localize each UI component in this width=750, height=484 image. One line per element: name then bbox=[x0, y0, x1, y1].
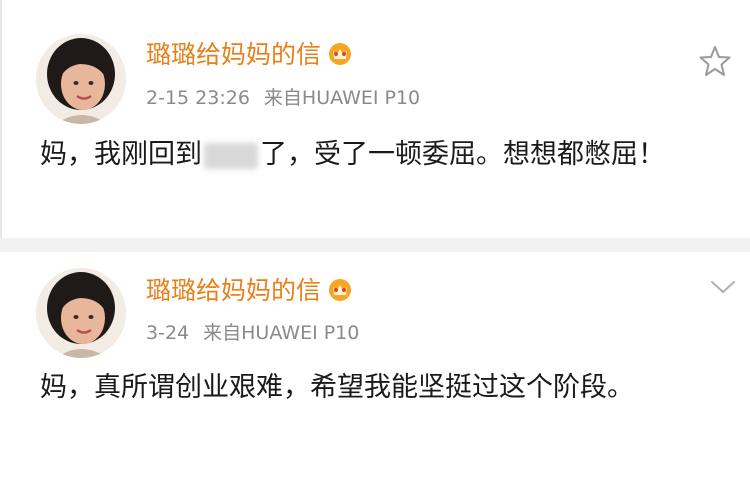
username-text[interactable]: 璐璐给妈妈的信 bbox=[146, 276, 321, 305]
post-source: 来自HUAWEI P10 bbox=[263, 87, 421, 109]
avatar[interactable] bbox=[36, 34, 126, 124]
redacted-blur bbox=[204, 142, 258, 169]
post-time: 3-24 bbox=[146, 322, 190, 344]
post-source: 来自HUAWEI P10 bbox=[203, 322, 360, 344]
weibo-feed: 璐璐给妈妈的信 2-15 23:26 来自HUAWEI P10 妈，我刚回到 了，受… bbox=[0, 0, 750, 484]
avatar-photo-icon bbox=[36, 268, 126, 358]
avatar[interactable] bbox=[36, 268, 126, 358]
post-meta: 3-24 来自HUAWEI P10 bbox=[146, 321, 359, 345]
avatar-photo-icon bbox=[36, 34, 126, 124]
post-content[interactable]: 妈，我刚回到 了，受了一顿委屈。想想都憋屈！ bbox=[40, 132, 720, 178]
star-icon[interactable] bbox=[698, 44, 732, 78]
feed-post[interactable]: 璐璐给妈妈的信 2-15 23:26 来自HUAWEI P10 妈，我刚回到 了，受… bbox=[0, 0, 750, 238]
post-separator bbox=[0, 238, 750, 252]
username-text[interactable]: 璐璐给妈妈的信 bbox=[146, 40, 321, 69]
post-text-part1: 妈，我刚回到 bbox=[40, 139, 202, 170]
vip-crown-icon bbox=[329, 279, 352, 301]
feed-post[interactable]: 璐璐给妈妈的信 3-24 来自HUAWEI P10 妈，真所谓创业艰难，希望我能坚… bbox=[0, 252, 750, 484]
username-link[interactable]: 璐璐给妈妈的信 bbox=[146, 276, 353, 306]
chevron-down-icon[interactable] bbox=[708, 276, 738, 298]
post-text-part2: 了，受了一顿委屈。想想都憋屈！ bbox=[260, 139, 665, 170]
post-content[interactable]: 妈，真所谓创业艰难，希望我能坚挺过这个阶段。 bbox=[40, 365, 720, 411]
post-time: 2-15 23:26 bbox=[146, 87, 250, 109]
post-meta: 2-15 23:26 来自HUAWEI P10 bbox=[146, 86, 420, 110]
username-link[interactable]: 璐璐给妈妈的信 bbox=[146, 40, 353, 70]
vip-crown-icon bbox=[329, 43, 352, 65]
